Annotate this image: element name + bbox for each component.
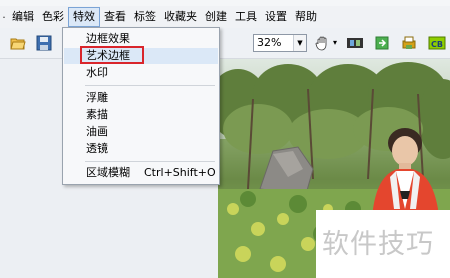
menu-create[interactable]: 创建 <box>201 7 231 27</box>
export-icon[interactable] <box>374 35 390 51</box>
menu-tags[interactable]: 标签 <box>130 7 160 27</box>
menu-bar: · 编辑 色彩 特效 查看 标签 收藏夹 创建 工具 设置 帮助 <box>0 6 450 28</box>
menu-view[interactable]: 查看 <box>100 7 130 27</box>
menu-item-label: 透镜 <box>86 142 108 155</box>
watermark-text: 软件技巧 <box>322 229 434 260</box>
print-icon[interactable] <box>401 35 417 51</box>
menu-item-shortcut: Ctrl+Shift+O <box>144 166 216 179</box>
open-folder-icon[interactable] <box>10 35 26 51</box>
menu-item-label: 区域模糊 <box>86 166 130 179</box>
menu-item-label: 油画 <box>86 125 108 138</box>
cb-icon[interactable]: CB <box>428 35 446 51</box>
menu-item-oil-painting[interactable]: 油画 <box>64 124 218 140</box>
menu-item-sketch[interactable]: 素描 <box>64 107 218 123</box>
menu-item-label: 浮雕 <box>86 91 108 104</box>
menu-color[interactable]: 色彩 <box>38 7 68 27</box>
menu-item-lens[interactable]: 透镜 <box>64 141 218 157</box>
menu-item-border-effects[interactable]: 边框效果 <box>64 31 218 47</box>
menu-item-label: 水印 <box>86 66 108 79</box>
menu-edit[interactable]: 编辑 <box>8 7 38 27</box>
chevron-down-icon[interactable]: ▼ <box>293 35 306 51</box>
menu-help[interactable]: 帮助 <box>291 7 321 27</box>
zoom-select[interactable]: 32% ▼ <box>253 34 307 52</box>
hand-chevron-icon[interactable]: ▾ <box>333 38 337 47</box>
menu-favorites[interactable]: 收藏夹 <box>160 7 201 27</box>
zoom-value: 32% <box>257 36 282 49</box>
menu-item-emboss[interactable]: 浮雕 <box>64 90 218 106</box>
menu-settings[interactable]: 设置 <box>261 7 291 27</box>
highlight-annotation-box <box>80 46 144 64</box>
menu-item-label: 边框效果 <box>86 32 130 45</box>
menu-item-watermark[interactable]: 水印 <box>64 65 218 81</box>
save-icon[interactable] <box>36 35 52 51</box>
hand-icon[interactable] <box>314 35 330 51</box>
menu-separator-dot: · <box>2 10 6 24</box>
menu-separator <box>85 161 215 162</box>
svg-text:CB: CB <box>431 40 443 49</box>
menu-item-label: 素描 <box>86 108 108 121</box>
filmstrip-icon[interactable] <box>346 35 363 51</box>
menu-tools[interactable]: 工具 <box>231 7 261 27</box>
menu-separator <box>85 85 215 86</box>
menu-effects[interactable]: 特效 <box>68 7 100 27</box>
menu-item-region-blur[interactable]: 区域模糊 Ctrl+Shift+O <box>64 165 218 181</box>
